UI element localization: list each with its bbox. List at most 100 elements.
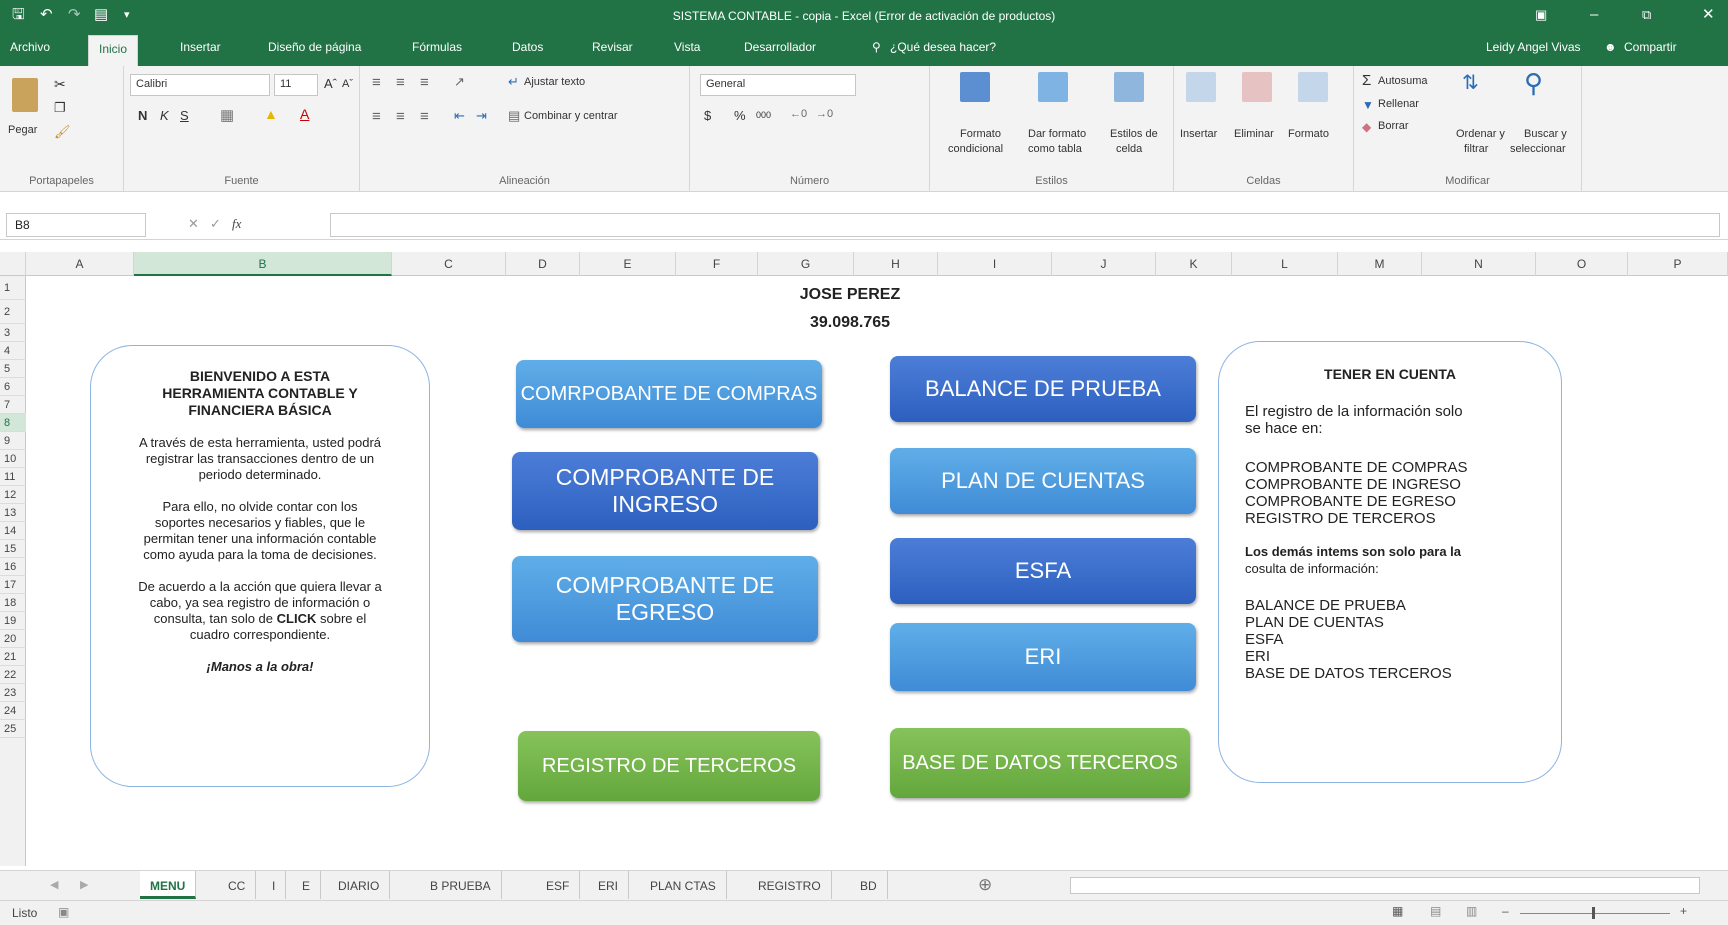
column-header[interactable]: O xyxy=(1536,252,1628,276)
row-header[interactable]: 10 xyxy=(0,450,26,468)
column-header[interactable]: M xyxy=(1338,252,1422,276)
row-header[interactable]: 19 xyxy=(0,612,26,630)
currency-button[interactable]: $ xyxy=(704,108,711,123)
row-header[interactable]: 3 xyxy=(0,324,26,342)
esfa-button[interactable]: ESFA xyxy=(890,538,1196,604)
font-size-select[interactable]: 11 xyxy=(274,74,318,96)
sort-filter-icon[interactable]: ⇅ xyxy=(1462,70,1479,95)
sheet-tab-i[interactable]: I xyxy=(262,871,287,899)
align-center-icon[interactable]: ≡ xyxy=(396,108,405,125)
sheet-tab-bd[interactable]: BD xyxy=(850,871,888,899)
cancel-icon[interactable]: ✕ xyxy=(188,216,199,232)
align-right-icon[interactable]: ≡ xyxy=(420,108,429,125)
fill-icon[interactable]: ▼ xyxy=(1362,98,1374,112)
row-header[interactable]: 7 xyxy=(0,396,26,414)
restore-icon[interactable]: ⧉ xyxy=(1642,6,1651,24)
find-select-label-2[interactable]: seleccionar xyxy=(1510,143,1566,155)
name-box[interactable]: B8 xyxy=(6,213,146,237)
enter-icon[interactable]: ✓ xyxy=(210,216,221,232)
row-header[interactable]: 6 xyxy=(0,378,26,396)
wrap-text-button[interactable]: Ajustar texto xyxy=(524,76,585,88)
balance-prueba-button[interactable]: BALANCE DE PRUEBA xyxy=(890,356,1196,422)
orientation-icon[interactable]: ↗ xyxy=(454,74,465,90)
column-header[interactable]: F xyxy=(676,252,758,276)
cell-styles-label-1[interactable]: Estilos de xyxy=(1110,128,1158,140)
row-header[interactable]: 14 xyxy=(0,522,26,540)
row-header[interactable]: 2 xyxy=(0,300,26,324)
comprobante-compras-button[interactable]: COMRPOBANTE DE COMPRAS xyxy=(516,360,822,428)
format-painter-icon[interactable]: 🖌 xyxy=(54,124,71,140)
sheet-tab-e[interactable]: E xyxy=(292,871,322,899)
cell-styles-label-2[interactable]: celda xyxy=(1116,143,1142,155)
sheet-tab-planctas[interactable]: PLAN CTAS xyxy=(640,871,727,899)
sort-filter-label-1[interactable]: Ordenar y xyxy=(1456,128,1505,140)
paste-icon[interactable] xyxy=(12,78,38,112)
sheet-tab-cc[interactable]: CC xyxy=(218,871,257,899)
column-header[interactable]: H xyxy=(854,252,938,276)
sheet-tab-diario[interactable]: DIARIO xyxy=(328,871,391,899)
format-cells-icon[interactable] xyxy=(1298,72,1328,102)
increase-indent-icon[interactable]: ⇥ xyxy=(476,108,487,124)
clear-icon[interactable]: ◆ xyxy=(1362,120,1371,134)
add-sheet-icon[interactable]: ⊕ xyxy=(978,875,992,895)
row-header[interactable]: 18 xyxy=(0,594,26,612)
comprobante-egreso-button[interactable]: COMPROBANTE DE EGRESO xyxy=(512,556,818,642)
column-header[interactable]: G xyxy=(758,252,854,276)
row-header[interactable]: 13 xyxy=(0,504,26,522)
tab-datos[interactable]: Datos xyxy=(512,40,543,54)
format-table-label-2[interactable]: como tabla xyxy=(1028,143,1082,155)
autosum-icon[interactable]: Σ xyxy=(1362,72,1371,89)
conditional-format-icon[interactable] xyxy=(960,72,990,102)
row-header[interactable]: 22 xyxy=(0,666,26,684)
tab-archivo[interactable]: Archivo xyxy=(10,40,50,54)
sheet-tab-menu[interactable]: MENU xyxy=(140,871,197,899)
font-color-icon[interactable]: A xyxy=(300,106,309,122)
tab-desarrollador[interactable]: Desarrollador xyxy=(744,40,816,54)
tab-inicio[interactable]: Inicio xyxy=(88,35,139,66)
increase-decimal-icon[interactable]: ←0 xyxy=(790,108,807,120)
sheet-tab-esf[interactable]: ESF xyxy=(536,871,581,899)
autosum-button[interactable]: Autosuma xyxy=(1378,75,1428,87)
cut-icon[interactable]: ✂ xyxy=(54,76,66,93)
row-header[interactable]: 9 xyxy=(0,432,26,450)
normal-view-icon[interactable]: ▦ xyxy=(1392,904,1403,918)
format-as-table-icon[interactable] xyxy=(1038,72,1068,102)
zoom-slider-thumb[interactable] xyxy=(1592,907,1595,919)
base-datos-terceros-button[interactable]: BASE DE DATOS TERCEROS xyxy=(890,728,1190,798)
zoom-slider[interactable] xyxy=(1520,913,1670,914)
fill-color-icon[interactable]: ▲ xyxy=(264,106,278,122)
page-layout-icon[interactable]: ▤ xyxy=(1430,904,1441,918)
format-table-label-1[interactable]: Dar formato xyxy=(1028,128,1086,140)
cond-format-label-2[interactable]: condicional xyxy=(948,143,1003,155)
row-header[interactable]: 1 xyxy=(0,276,26,300)
column-header[interactable]: B xyxy=(134,252,392,276)
row-header[interactable]: 4 xyxy=(0,342,26,360)
zoom-in-icon[interactable]: + xyxy=(1680,904,1687,918)
insert-cells-icon[interactable] xyxy=(1186,72,1216,102)
row-header[interactable]: 16 xyxy=(0,558,26,576)
italic-button[interactable]: K xyxy=(160,108,169,123)
find-select-label-1[interactable]: Buscar y xyxy=(1524,128,1567,140)
tab-diseno[interactable]: Diseño de página xyxy=(268,40,361,54)
plan-cuentas-button[interactable]: PLAN DE CUENTAS xyxy=(890,448,1196,514)
delete-cells-button[interactable]: Eliminar xyxy=(1234,128,1274,140)
insert-function-icon[interactable]: fx xyxy=(232,216,241,232)
row-header[interactable]: 21 xyxy=(0,648,26,666)
wrap-text-icon[interactable]: ↵ xyxy=(508,74,519,90)
borders-icon[interactable]: ▦ xyxy=(220,106,234,124)
sheet-tab-eri[interactable]: ERI xyxy=(588,871,630,899)
user-name[interactable]: Leidy Angel Vivas xyxy=(1486,40,1581,54)
column-header[interactable]: C xyxy=(392,252,506,276)
row-header[interactable]: 8 xyxy=(0,414,26,432)
decrease-indent-icon[interactable]: ⇤ xyxy=(454,108,465,124)
tab-revisar[interactable]: Revisar xyxy=(592,40,633,54)
copy-icon[interactable]: ❐ xyxy=(54,100,66,116)
row-header[interactable]: 23 xyxy=(0,684,26,702)
select-all[interactable] xyxy=(0,252,26,276)
zoom-out-icon[interactable]: – xyxy=(1502,904,1509,918)
cell-styles-icon[interactable] xyxy=(1114,72,1144,102)
minimize-icon[interactable]: – xyxy=(1590,6,1598,24)
horizontal-scrollbar[interactable] xyxy=(1070,877,1700,894)
row-header[interactable]: 15 xyxy=(0,540,26,558)
fill-button[interactable]: Rellenar xyxy=(1378,98,1419,110)
